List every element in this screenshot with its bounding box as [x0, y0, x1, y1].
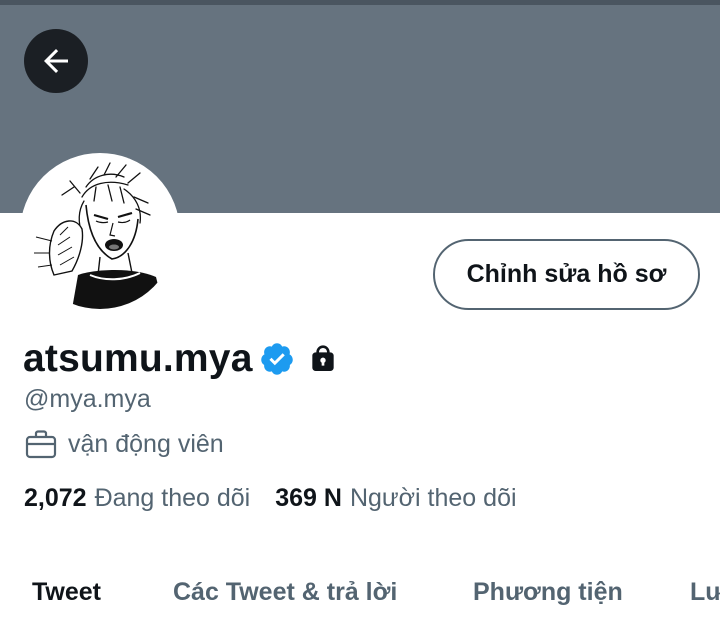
following-count: 2,072	[24, 484, 87, 512]
avatar-sketch-image	[24, 157, 176, 309]
followers-label: Người theo dõi	[349, 484, 517, 512]
display-name: atsumu.mya	[23, 337, 253, 380]
bio-category-text: vận động viên	[68, 429, 224, 458]
tab-likes[interactable]: Lượt thích	[690, 578, 720, 607]
verified-badge-icon[interactable]	[259, 341, 295, 377]
avatar[interactable]	[20, 153, 180, 313]
lock-icon	[311, 345, 334, 371]
tab-media[interactable]: Phương tiện	[473, 578, 623, 607]
arrow-left-icon	[44, 49, 68, 73]
profile-tabs: Tweet Các Tweet & trả lời Phương tiện Lư…	[0, 570, 720, 630]
following-link[interactable]: 2,072 Đang theo dõi	[24, 484, 250, 513]
tab-tweets-and-replies[interactable]: Các Tweet & trả lời	[173, 578, 397, 607]
back-button[interactable]	[24, 29, 88, 93]
followers-count: 369 N	[275, 484, 342, 512]
briefcase-icon	[25, 430, 57, 459]
edit-profile-button[interactable]: Chỉnh sửa hồ sơ	[433, 239, 700, 310]
bio-category: vận động viên	[25, 426, 224, 462]
follow-stats: 2,072 Đang theo dõi 369 N Người theo dõi	[24, 484, 517, 513]
name-row: atsumu.mya	[23, 334, 339, 384]
tab-tweets[interactable]: Tweet	[32, 578, 101, 607]
user-handle: @mya.mya	[24, 385, 151, 413]
followers-link[interactable]: 369 N Người theo dõi	[275, 484, 516, 513]
following-label: Đang theo dõi	[94, 484, 251, 512]
